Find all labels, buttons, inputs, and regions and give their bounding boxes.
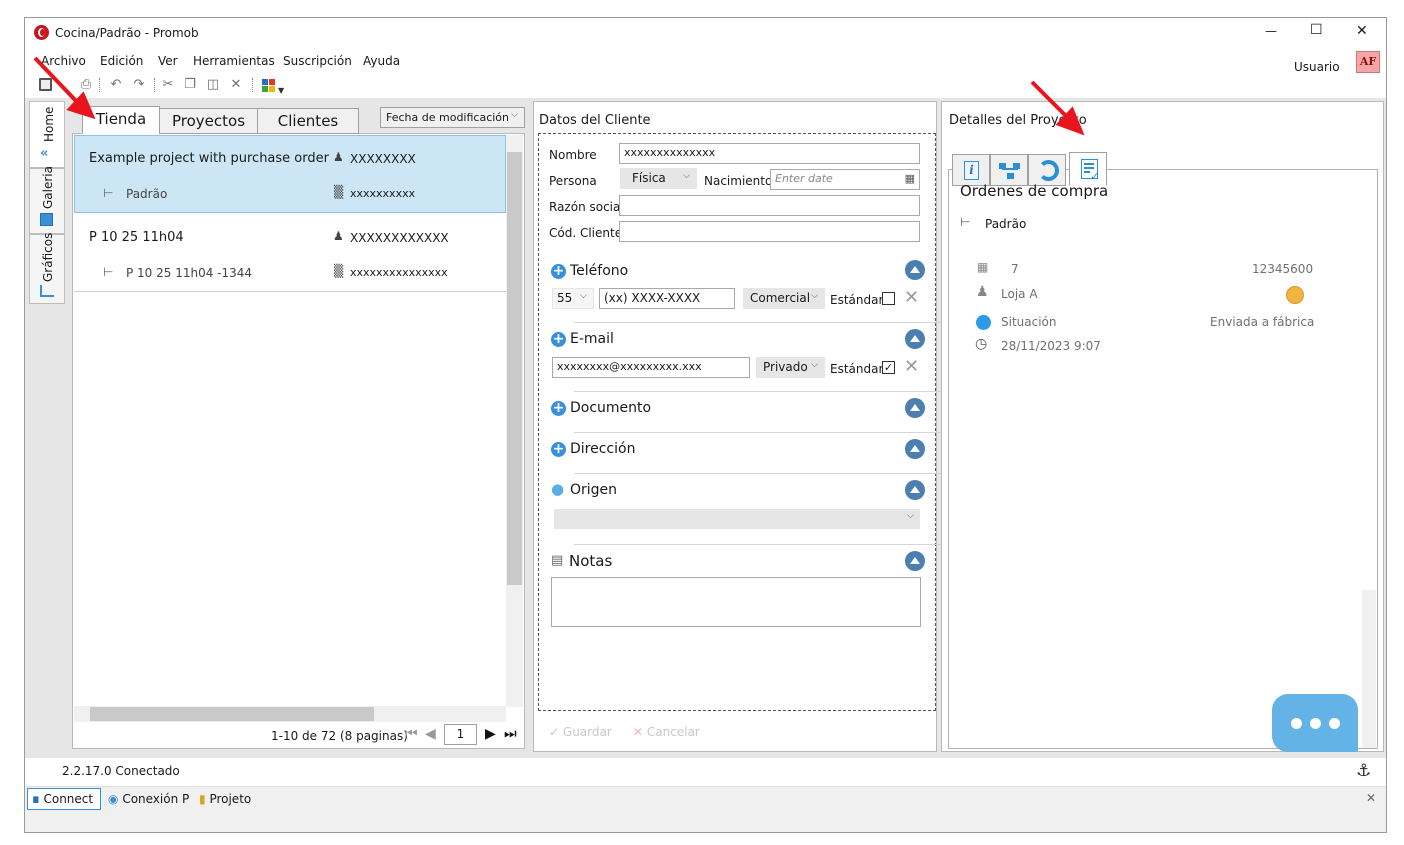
arrow-to-orders-tab bbox=[1030, 80, 1085, 136]
annotation-arrows bbox=[33, 56, 1085, 136]
arrow-to-tienda bbox=[33, 56, 96, 120]
